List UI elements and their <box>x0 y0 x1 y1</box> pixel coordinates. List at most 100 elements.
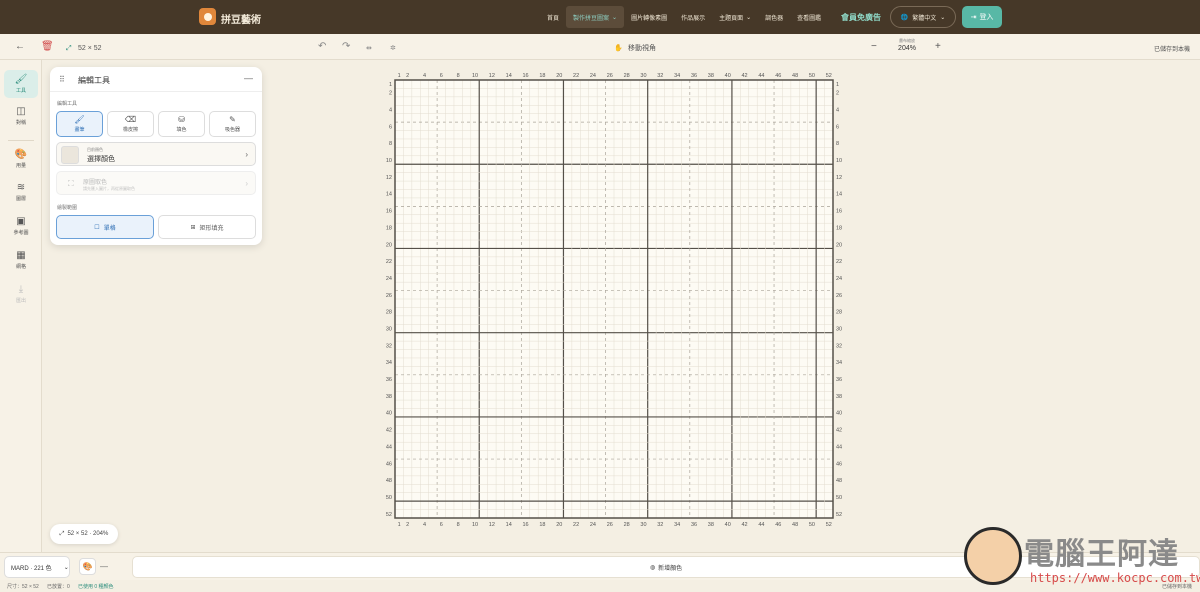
section-label-tools: 編輯工具 <box>57 101 78 107</box>
axis-label-top: 14 <box>506 73 512 79</box>
nav-link-themes[interactable]: 主題頁面 ⌄ <box>712 6 758 28</box>
sidebar-item-layers[interactable]: ≋ 圖層 <box>4 178 38 206</box>
axis-label-right: 48 <box>836 478 842 484</box>
axis-label-top: 38 <box>708 73 714 79</box>
axis-label-bottom: 46 <box>775 522 781 528</box>
axis-label-right: 4 <box>836 107 839 113</box>
nav-link-gallery[interactable]: 作品展示 <box>674 6 712 28</box>
language-selector[interactable]: 🌐 繁體中文 ⌄ <box>890 6 956 28</box>
sidebar-item-usage[interactable]: 🎨 用量 <box>4 145 38 173</box>
grid-square-icon: ⊞ <box>190 224 196 231</box>
palette-icon: 🎨 <box>14 149 28 160</box>
mode-single-button[interactable]: ☐ 單格 <box>56 215 154 239</box>
axis-label-bottom: 18 <box>539 522 545 528</box>
palette-icon: ◍ <box>649 564 656 571</box>
nav-link-create[interactable]: 製作拼豆圖案 ⌄ <box>566 6 625 28</box>
brand-name[interactable]: 拼豆藝術 <box>221 11 261 26</box>
panel-title: 編輯工具 <box>78 76 110 85</box>
axis-label-right: 26 <box>836 293 842 299</box>
panel-header[interactable]: ⠿ 編輯工具 — <box>50 67 262 92</box>
axis-label-bottom: 48 <box>792 522 798 528</box>
axis-label-left: 18 <box>386 225 392 231</box>
axis-label-bottom: 1 <box>398 522 401 528</box>
download-icon: ⤓ <box>18 284 24 295</box>
resize-icon[interactable]: ⤢ <box>66 43 72 55</box>
axis-label-left: 46 <box>386 461 392 467</box>
palette-select[interactable]: MARD · 221 色 ⌄ <box>4 556 70 578</box>
pick-from-image-button[interactable]: ⛶ 原圖取色 請先匯入圖片，再從原圖取色 › <box>56 171 256 195</box>
trash-icon[interactable]: 🗑 <box>41 41 54 53</box>
tool-fill-button[interactable]: ⛁ 填色 <box>158 111 205 137</box>
axis-label-bottom: 10 <box>472 522 478 528</box>
axis-label-left: 30 <box>386 326 392 332</box>
minimize-icon[interactable]: — <box>244 73 253 83</box>
sidebar-item-symmetry[interactable]: ◫ 對稱 <box>4 102 38 130</box>
top-nav: 拼豆藝術 首頁 製作拼豆圖案 ⌄ 圖片轉像素圖 作品展示 主題頁面 ⌄ 調色器 查看… <box>0 0 1200 34</box>
edit-tools-panel: ⠿ 編輯工具 — 編輯工具 🖌 畫筆 ⌫ 橡皮擦 ⛁ 填色 ✎ 吸色器 目前顏色… <box>50 67 262 245</box>
palette-icon[interactable]: 🎨 <box>79 558 96 575</box>
axis-label-right: 40 <box>836 411 842 417</box>
sidebar-item-grid[interactable]: ▦ 網格 <box>4 246 38 274</box>
axis-label-top: 1 <box>398 73 401 79</box>
logo-icon[interactable] <box>199 8 216 25</box>
axis-label-right: 32 <box>836 343 842 349</box>
undo-icon[interactable]: ↶ <box>318 41 326 53</box>
axis-label-top: 28 <box>624 73 630 79</box>
tool-brush-button[interactable]: 🖌 畫筆 <box>56 111 103 137</box>
back-arrow-icon[interactable]: ← <box>15 41 25 53</box>
redo-icon[interactable]: ↷ <box>342 41 350 53</box>
axis-label-right: 34 <box>836 360 842 366</box>
bead-canvas[interactable]: 1122446688101012121414161618182020222224… <box>380 68 860 547</box>
nav-link-catalog[interactable]: 查看圖鑑 <box>790 6 828 28</box>
axis-label-top: 34 <box>674 73 680 79</box>
axis-label-right: 6 <box>836 124 839 130</box>
move-view-label[interactable]: 移動視角 <box>628 43 656 55</box>
axis-label-bottom: 34 <box>674 522 680 528</box>
zoom-out-button[interactable]: − <box>871 41 877 53</box>
chevron-down-icon: ⌄ <box>63 564 69 571</box>
color-swatch <box>61 146 79 164</box>
eraser-icon: ⌫ <box>124 115 137 124</box>
axis-label-right: 42 <box>836 428 842 434</box>
sidebar-item-export[interactable]: ⤓ 匯出 <box>4 280 38 308</box>
sparkle-icon[interactable]: ✲ <box>390 43 396 55</box>
canvas-size-label[interactable]: 52 × 52 <box>78 43 102 55</box>
drag-handle-icon[interactable]: ⠿ <box>59 75 65 84</box>
vip-link[interactable]: 會員免廣告 <box>841 12 881 23</box>
axis-label-right: 24 <box>836 276 842 282</box>
select-color-button[interactable]: 目前顏色 選擇顏色 › <box>56 142 256 166</box>
mode-rect-fill-button[interactable]: ⊞ 矩形填充 <box>158 215 256 239</box>
axis-label-left: 38 <box>386 394 392 400</box>
axis-label-bottom: 36 <box>691 522 697 528</box>
sidebar-item-reference[interactable]: ▣ 參考圖 <box>4 212 38 240</box>
axis-label-bottom: 30 <box>640 522 646 528</box>
axis-label-right: 16 <box>836 209 842 215</box>
axis-label-bottom: 26 <box>607 522 613 528</box>
sidebar-divider <box>8 140 34 141</box>
canvas-info-pill[interactable]: ⤢ 52 × 52 · 204% <box>50 524 118 544</box>
sidebar-item-tools[interactable]: 🖌 工具 <box>4 70 38 98</box>
axis-label-top: 42 <box>741 73 747 79</box>
axis-label-bottom: 8 <box>457 522 460 528</box>
nav-link-image-to-pixel[interactable]: 圖片轉像素圖 <box>624 6 674 28</box>
axis-label-top: 52 <box>826 73 832 79</box>
login-button[interactable]: ⇥ 登入 <box>962 6 1002 28</box>
axis-label-top: 44 <box>758 73 764 79</box>
nav-link-palette[interactable]: 調色器 <box>758 6 790 28</box>
zoom-in-button[interactable]: + <box>935 41 941 53</box>
axis-label-left: 48 <box>386 478 392 484</box>
axis-label-top: 8 <box>457 73 460 79</box>
flip-icon[interactable]: ⇹ <box>366 43 372 55</box>
mascot-icon <box>964 527 1022 585</box>
watermark-title: 電腦王阿達 <box>1024 537 1179 572</box>
axis-label-bottom: 52 <box>826 522 832 528</box>
nav-links: 首頁 製作拼豆圖案 ⌄ 圖片轉像素圖 作品展示 主題頁面 ⌄ 調色器 查看圖鑑 <box>540 6 828 28</box>
hand-icon[interactable]: ✋ <box>614 43 623 55</box>
nav-link-home[interactable]: 首頁 <box>540 6 566 28</box>
axis-label-right: 1 <box>836 82 839 88</box>
tool-eraser-button[interactable]: ⌫ 橡皮擦 <box>107 111 154 137</box>
axis-label-left: 12 <box>386 175 392 181</box>
eyedropper-icon: ✎ <box>229 115 236 124</box>
tool-eyedropper-button[interactable]: ✎ 吸色器 <box>209 111 256 137</box>
axis-label-top: 36 <box>691 73 697 79</box>
